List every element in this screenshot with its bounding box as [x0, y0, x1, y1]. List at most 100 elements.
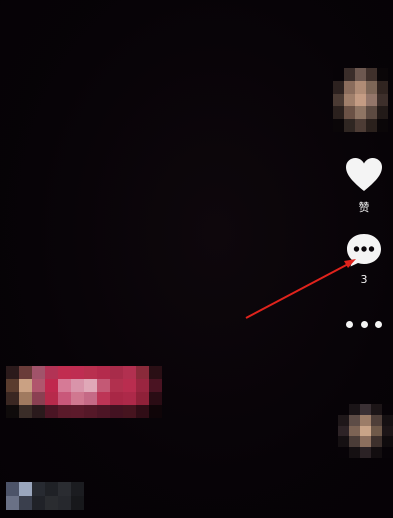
mosaic-pixel	[19, 392, 32, 405]
more-dot	[346, 320, 353, 328]
mosaic-pixel	[382, 414, 393, 426]
comment-bubble-icon	[347, 234, 381, 267]
mosaic-pixel	[19, 496, 32, 510]
mosaic-pixel	[366, 80, 377, 94]
mosaic-pixel	[360, 425, 371, 437]
mosaic-pixel	[6, 392, 19, 405]
mosaic-pixel	[377, 93, 388, 107]
mosaic-pixel	[19, 405, 32, 418]
mosaic-pixel	[58, 496, 71, 510]
mosaic-pixel	[355, 106, 366, 120]
mosaic-pixel	[149, 405, 162, 418]
mosaic-pixel	[382, 425, 393, 437]
mosaic-pixel	[6, 379, 19, 392]
mosaic-pixel	[97, 392, 110, 405]
mosaic-pixel	[338, 404, 349, 415]
mosaic-pixel	[32, 482, 45, 496]
mosaic-pixel	[84, 405, 97, 418]
author-avatar[interactable]	[333, 68, 388, 132]
comment-count: 3	[360, 273, 368, 286]
mosaic-pixel	[333, 106, 344, 120]
more-options-button[interactable]	[346, 316, 382, 332]
mosaic-pixel	[366, 68, 377, 81]
comment-button[interactable]: 3	[343, 230, 385, 290]
video-player-screen[interactable]: 赞 3	[0, 0, 393, 518]
mosaic-pixel	[371, 425, 382, 437]
music-disc-avatar[interactable]	[338, 404, 393, 458]
mosaic-pixel	[338, 414, 349, 426]
mosaic-pixel	[377, 106, 388, 120]
mosaic-pixel	[45, 379, 58, 392]
mosaic-pixel	[333, 80, 344, 94]
mosaic-pixel	[19, 482, 32, 496]
mosaic-pixel	[338, 447, 349, 458]
mosaic-pixel	[349, 414, 360, 426]
mosaic-pixel	[366, 106, 377, 120]
mosaic-pixel	[45, 496, 58, 510]
mosaic-pixel	[6, 496, 19, 510]
mosaic-pixel	[45, 392, 58, 405]
mosaic-pixel	[377, 68, 388, 81]
mosaic-pixel	[333, 93, 344, 107]
pixelated-tag[interactable]	[6, 366, 162, 418]
mosaic-pixel	[32, 392, 45, 405]
mosaic-pixel	[338, 436, 349, 448]
mosaic-pixel	[366, 119, 377, 132]
mosaic-pixel	[71, 392, 84, 405]
mosaic-pixel	[6, 366, 19, 379]
mosaic-pixel	[371, 414, 382, 426]
mosaic-pixel	[32, 366, 45, 379]
mosaic-pixel	[355, 93, 366, 107]
mosaic-pixel	[84, 366, 97, 379]
mosaic-pixel	[84, 379, 97, 392]
more-dot	[375, 320, 382, 328]
mosaic-pixel	[58, 379, 71, 392]
mosaic-pixel	[366, 93, 377, 107]
pixelated-thumbnail	[6, 482, 84, 510]
mosaic-pixel	[110, 366, 123, 379]
mosaic-pixel	[19, 366, 32, 379]
like-label: 赞	[358, 201, 370, 214]
mosaic-pixel	[45, 482, 58, 496]
mosaic-pixel	[371, 447, 382, 458]
mosaic-pixel	[71, 379, 84, 392]
mosaic-pixel	[349, 425, 360, 437]
mosaic-pixel	[371, 404, 382, 415]
mosaic-pixel	[344, 106, 355, 120]
mosaic-pixel	[71, 482, 84, 496]
mosaic-pixel	[123, 366, 136, 379]
mosaic-pixel	[136, 379, 149, 392]
more-dot	[360, 320, 368, 328]
mosaic-pixel	[360, 436, 371, 448]
mosaic-pixel	[344, 93, 355, 107]
mosaic-pixel	[382, 436, 393, 448]
mosaic-pixel	[84, 392, 97, 405]
mosaic-pixel	[110, 379, 123, 392]
mosaic-pixel	[136, 392, 149, 405]
mosaic-pixel	[382, 447, 393, 458]
mosaic-pixel	[349, 436, 360, 448]
mosaic-pixel	[371, 436, 382, 448]
mosaic-pixel	[377, 119, 388, 132]
mosaic-pixel	[344, 119, 355, 132]
like-button[interactable]: 赞	[343, 155, 385, 215]
mosaic-pixel	[360, 404, 371, 415]
mosaic-pixel	[45, 366, 58, 379]
mosaic-pixel	[333, 68, 344, 81]
mosaic-pixel	[32, 496, 45, 510]
mosaic-pixel	[136, 366, 149, 379]
mosaic-pixel	[110, 405, 123, 418]
mosaic-pixel	[110, 392, 123, 405]
mosaic-pixel	[97, 379, 110, 392]
mosaic-pixel	[123, 392, 136, 405]
mosaic-pixel	[6, 482, 19, 496]
mosaic-pixel	[97, 405, 110, 418]
mosaic-pixel	[355, 119, 366, 132]
mosaic-pixel	[344, 80, 355, 94]
mosaic-pixel	[377, 80, 388, 94]
mosaic-pixel	[58, 482, 71, 496]
mosaic-pixel	[349, 447, 360, 458]
mosaic-pixel	[355, 80, 366, 94]
mosaic-pixel	[349, 404, 360, 415]
mosaic-pixel	[97, 366, 110, 379]
